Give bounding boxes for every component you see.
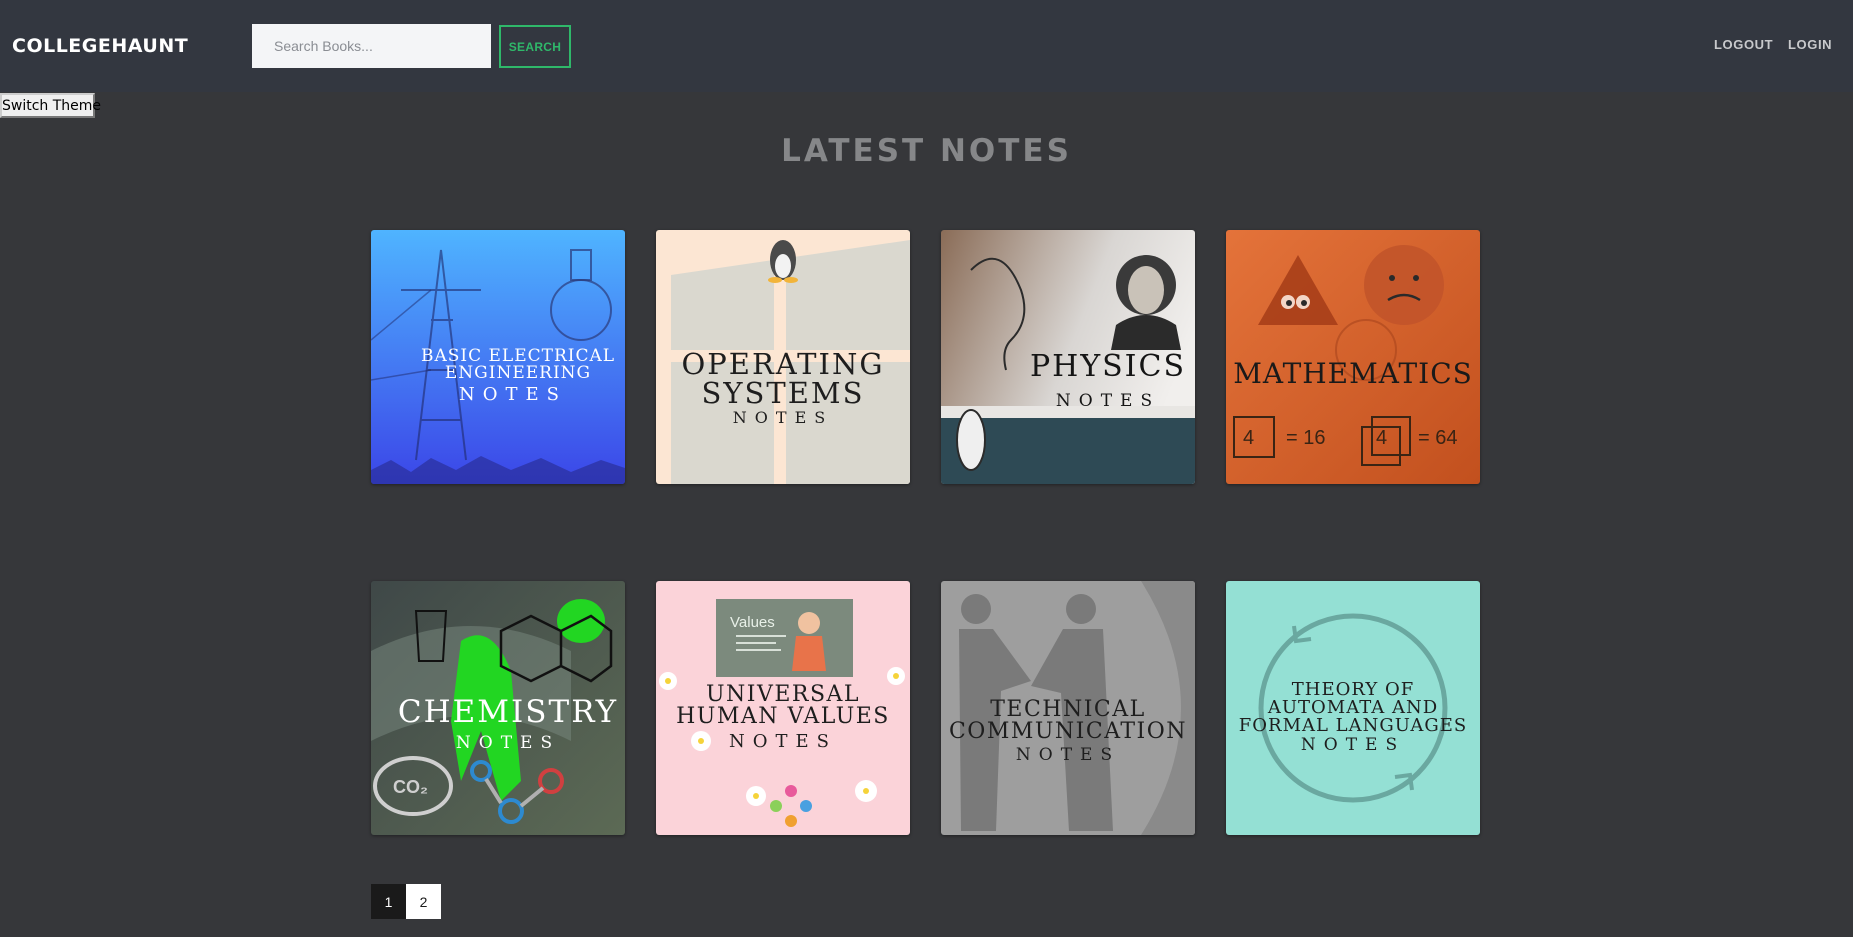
note-card-mathematics[interactable]: MATHEMATICS 4 = 16 4 = 64	[1226, 230, 1480, 484]
note-card-subtitle: NOTES	[1300, 735, 1406, 755]
equation-result-2: = 64	[1418, 427, 1458, 449]
note-card-theory-of-automata[interactable]: THEORY OF AUTOMATA AND FORMAL LANGUAGES …	[1226, 581, 1480, 835]
equation-result-1: = 16	[1286, 427, 1326, 449]
co2-badge: CO₂	[393, 777, 428, 797]
board-text: Values	[730, 614, 775, 631]
note-card-title: THEORY OF AUTOMATA AND FORMAL LANGUAGES	[1238, 679, 1468, 736]
note-card-subtitle: NOTES	[459, 384, 567, 405]
note-card-technical-communication[interactable]: TECHNICAL COMMUNICATION NOTES	[941, 581, 1195, 835]
search-button[interactable]: SEARCH	[499, 25, 571, 68]
note-card-physics[interactable]: PHYSICS NOTES	[941, 230, 1195, 484]
logout-link[interactable]: LOGOUT	[1714, 37, 1773, 52]
section-title: LATEST NOTES	[781, 133, 1072, 169]
note-card-title: OPERATING SYSTEMS	[681, 347, 885, 410]
equation-base-1: 4	[1243, 427, 1255, 449]
pagination-page-2[interactable]: 2	[406, 884, 441, 919]
login-link[interactable]: LOGIN	[1788, 37, 1832, 52]
note-card-universal-human-values[interactable]: Values UNIVERSAL HUMAN VALUES NOTES	[656, 581, 910, 835]
note-card-basic-electrical[interactable]: BASIC ELECTRICAL ENGINEERING NOTES	[371, 230, 625, 484]
note-card-operating-systems[interactable]: OPERATING SYSTEMS NOTES	[656, 230, 910, 484]
pagination-page-1[interactable]: 1	[371, 884, 406, 919]
note-card-subtitle: NOTES	[455, 733, 561, 753]
equation-base-2: 4	[1376, 427, 1388, 449]
note-card-subtitle: NOTES	[729, 731, 837, 752]
navbar: COLLEGEHAUNT SEARCH LOGOUT LOGIN	[0, 0, 1853, 92]
note-card-title: MATHEMATICS	[1233, 357, 1473, 390]
note-card-title: TECHNICAL COMMUNICATION	[948, 697, 1188, 744]
search-input[interactable]	[252, 24, 491, 68]
note-card-title: UNIVERSAL HUMAN VALUES	[676, 682, 890, 729]
note-card-title: CHEMISTRY	[397, 694, 619, 730]
note-card-title: BASIC ELECTRICAL ENGINEERING	[420, 346, 616, 383]
note-card-subtitle: NOTES	[732, 408, 834, 427]
switch-theme-button[interactable]: Switch Theme	[0, 93, 101, 118]
note-card-chemistry[interactable]: CHEMISTRY NOTES CO₂	[371, 581, 625, 835]
note-card-title: PHYSICS	[1029, 349, 1187, 384]
brand-logo[interactable]: COLLEGEHAUNT	[12, 35, 188, 57]
note-card-subtitle: NOTES	[1015, 745, 1121, 765]
note-card-subtitle: NOTES	[1055, 391, 1161, 411]
